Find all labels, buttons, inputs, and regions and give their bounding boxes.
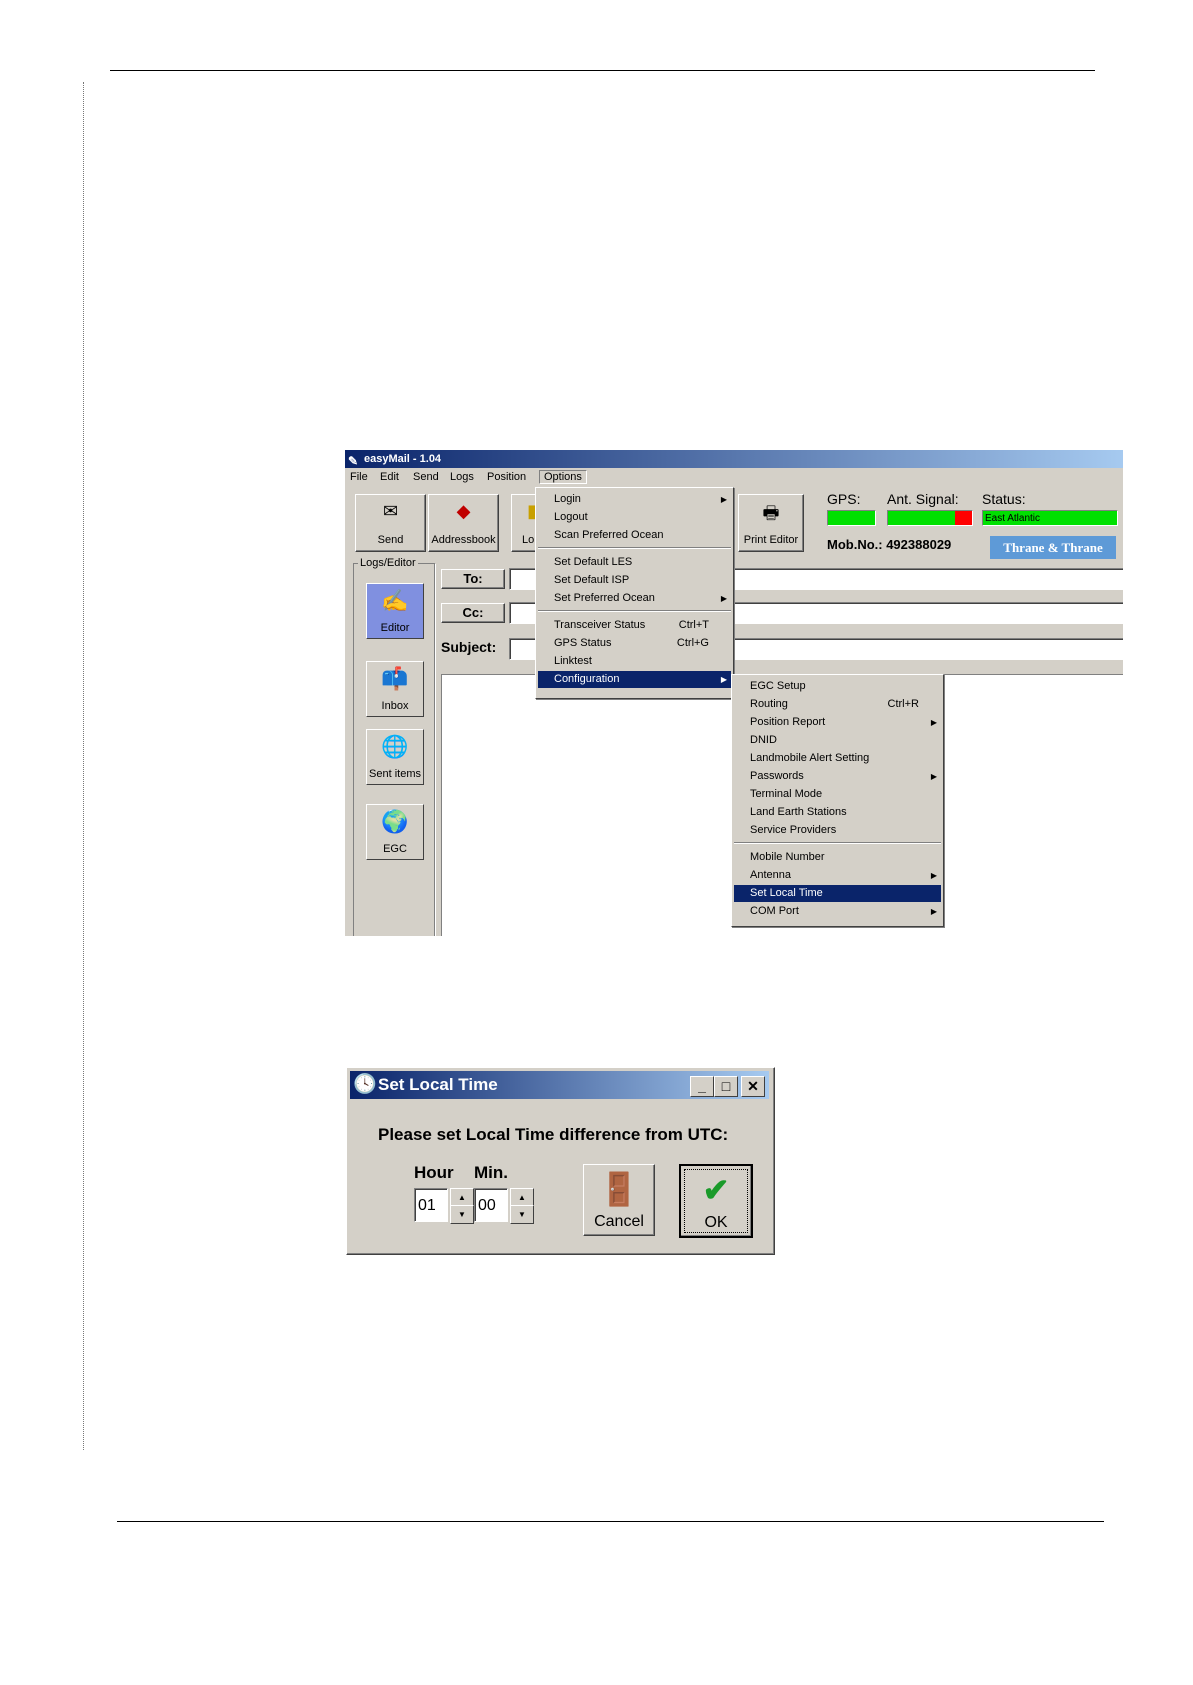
menu-separator xyxy=(538,547,731,549)
send-button[interactable]: ✉ Send xyxy=(355,494,426,552)
menu-item-set-preferred-ocean[interactable]: Set Preferred Ocean ▶ xyxy=(538,590,731,607)
menu-separator xyxy=(734,842,941,844)
submenu-arrow-icon: ▶ xyxy=(930,772,937,781)
menu-item-mobile-number[interactable]: Mobile Number xyxy=(734,849,941,866)
hour-label: Hour xyxy=(414,1163,454,1182)
door-exit-icon: 🚪 xyxy=(599,1171,639,1207)
menu-item-egc-setup[interactable]: EGC Setup xyxy=(734,678,941,695)
menu-item-set-local-time[interactable]: Set Local Time xyxy=(734,885,941,902)
menu-edit[interactable]: Edit xyxy=(378,471,401,483)
submenu-arrow-icon: ▶ xyxy=(930,907,937,916)
submenu-arrow-icon: ▶ xyxy=(930,718,937,727)
envelope-icon: ✉ xyxy=(382,501,399,521)
egc-button[interactable]: 🌍 EGC xyxy=(366,804,424,860)
app-title: easyMail - 1.04 xyxy=(364,453,442,465)
sent-items-icon: 🌐 xyxy=(381,734,409,759)
hour-input[interactable]: 01 xyxy=(414,1188,448,1222)
clock-icon: 🕓 xyxy=(353,1074,377,1095)
dialog-title: Set Local Time xyxy=(378,1075,498,1094)
submenu-arrow-icon: ▶ xyxy=(930,871,937,880)
maximize-button[interactable]: □ xyxy=(714,1076,738,1097)
feather-icon: ✎ xyxy=(348,454,359,468)
menu-item-transceiver-status[interactable]: Transceiver Status Ctrl+T xyxy=(538,617,731,634)
dialog-prompt: Please set Local Time difference from UT… xyxy=(378,1125,729,1144)
menu-item-service-providers[interactable]: Service Providers xyxy=(734,822,941,839)
ant-signal-label: Ant. Signal: xyxy=(887,491,959,507)
sent-items-button[interactable]: 🌐 Sent items xyxy=(366,729,424,785)
menu-separator xyxy=(538,610,731,612)
cc-button[interactable]: Cc: xyxy=(441,603,505,623)
menu-item-gps-status[interactable]: GPS Status Ctrl+G xyxy=(538,635,731,652)
menu-item-antenna[interactable]: Antenna ▶ xyxy=(734,867,941,884)
logs-editor-caption: Logs/Editor xyxy=(358,557,418,569)
submenu-arrow-icon: ▶ xyxy=(720,594,727,603)
menu-item-passwords[interactable]: Passwords ▶ xyxy=(734,768,941,785)
menubar: File Edit Send Logs Position Options xyxy=(345,469,1123,487)
editor-button[interactable]: ✍ Editor xyxy=(366,583,424,639)
bottom-rule xyxy=(117,1521,1104,1522)
min-down-arrow-icon[interactable]: ▼ xyxy=(510,1205,534,1224)
close-button[interactable]: ✕ xyxy=(741,1076,765,1097)
min-input[interactable]: 00 xyxy=(474,1188,508,1222)
status-indicator: East Atlantic xyxy=(982,510,1118,526)
menu-item-login[interactable]: Login ▶ xyxy=(538,491,731,508)
status-label: Status: xyxy=(982,491,1026,507)
to-button[interactable]: To: xyxy=(441,569,505,589)
menu-item-set-default-isp[interactable]: Set Default ISP xyxy=(538,572,731,589)
ant-signal-indicator xyxy=(887,510,973,526)
subject-label: Subject: xyxy=(441,639,497,655)
globe-icon: 🌍 xyxy=(381,809,409,834)
menu-item-configuration[interactable]: Configuration ▶ xyxy=(538,671,731,688)
print-editor-button[interactable]: 🖶 Print Editor xyxy=(738,494,804,552)
editor-icon: ✍ xyxy=(381,588,409,613)
printer-icon: 🖶 xyxy=(762,503,780,523)
dialog-titlebar: 🕓 Set Local Time _ □ ✕ xyxy=(350,1071,769,1099)
submenu-arrow-icon: ▶ xyxy=(720,495,727,504)
checkmark-icon: ✔ xyxy=(702,1172,730,1208)
cancel-button[interactable]: 🚪 Cancel xyxy=(583,1164,655,1236)
ok-button[interactable]: ✔ OK xyxy=(679,1164,753,1238)
app-titlebar: ✎ easyMail - 1.04 xyxy=(345,450,1123,468)
menu-item-set-default-les[interactable]: Set Default LES xyxy=(538,554,731,571)
configuration-submenu: EGC Setup Routing Ctrl+R Position Report ▶… xyxy=(731,674,944,927)
min-label: Min. xyxy=(474,1163,508,1182)
mobile-number: Mob.No.: 492388029 xyxy=(827,537,952,552)
menu-position[interactable]: Position xyxy=(485,471,528,483)
menu-item-logout[interactable]: Logout xyxy=(538,509,731,526)
ant-signal-peak xyxy=(955,511,972,525)
top-rule xyxy=(110,70,1095,71)
options-menu: Login ▶ Logout Scan Preferred Ocean Set D… xyxy=(535,487,734,699)
menu-item-position-report[interactable]: Position Report ▶ xyxy=(734,714,941,731)
minimize-button[interactable]: _ xyxy=(690,1076,714,1097)
menu-item-terminal-mode[interactable]: Terminal Mode xyxy=(734,786,941,803)
easymail-window: ✎ easyMail - 1.04 File Edit Send Logs Po… xyxy=(345,450,1123,936)
mailbox-icon: 📫 xyxy=(381,666,409,691)
menu-item-routing[interactable]: Routing Ctrl+R xyxy=(734,696,941,713)
menu-file[interactable]: File xyxy=(348,471,370,483)
logs-editor-group: Logs/Editor ✍ Editor 📫 Inbox 🌐 Sent item… xyxy=(353,557,435,936)
menu-item-dnid[interactable]: DNID xyxy=(734,732,941,749)
hour-down-arrow-icon[interactable]: ▼ xyxy=(450,1205,474,1224)
addressbook-button[interactable]: ◆ Addressbook xyxy=(428,494,499,552)
submenu-arrow-icon: ▶ xyxy=(720,675,727,684)
book-icon: ◆ xyxy=(456,501,471,521)
menu-item-linktest[interactable]: Linktest xyxy=(538,653,731,670)
inbox-button[interactable]: 📫 Inbox xyxy=(366,661,424,717)
margin-dotted-line xyxy=(83,82,84,1450)
menu-item-land-earth-stations[interactable]: Land Earth Stations xyxy=(734,804,941,821)
brand-logo: Thrane & Thrane xyxy=(990,536,1116,559)
gps-label: GPS: xyxy=(827,491,861,507)
menu-send[interactable]: Send xyxy=(411,471,441,483)
menu-item-scan-preferred-ocean[interactable]: Scan Preferred Ocean xyxy=(538,527,731,544)
set-local-time-dialog: 🕓 Set Local Time _ □ ✕ Please set Local … xyxy=(346,1067,775,1255)
menu-item-landmobile-alert[interactable]: Landmobile Alert Setting xyxy=(734,750,941,767)
menu-options[interactable]: Options xyxy=(539,470,587,484)
gps-indicator xyxy=(827,510,876,526)
menu-logs[interactable]: Logs xyxy=(448,471,476,483)
menu-item-com-port[interactable]: COM Port ▶ xyxy=(734,903,941,920)
